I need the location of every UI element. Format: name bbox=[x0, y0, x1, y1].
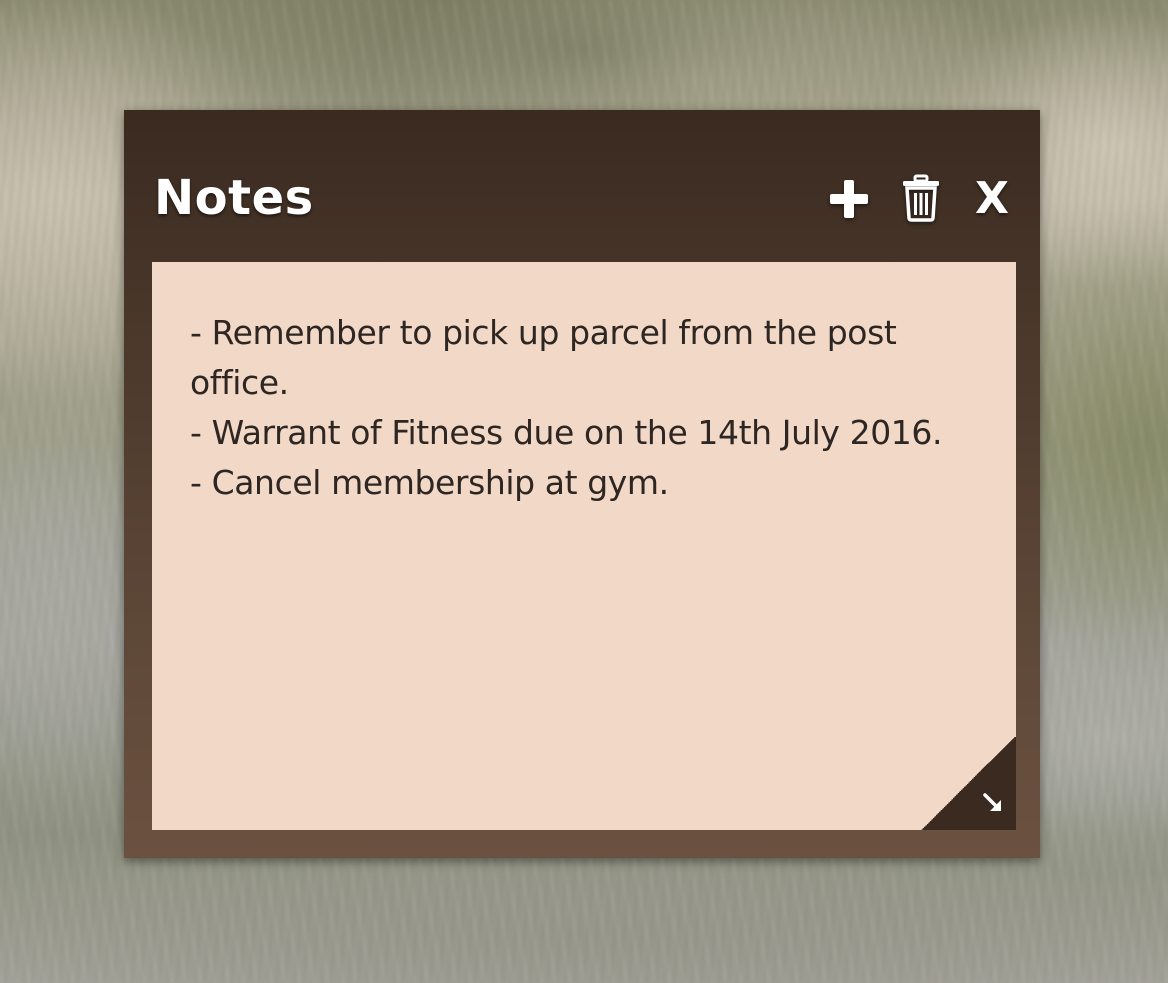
notes-widget: Notes X - Remember to pick up parcel fro… bbox=[124, 110, 1040, 858]
trash-icon bbox=[903, 174, 939, 222]
note-body[interactable]: - Remember to pick up parcel from the po… bbox=[152, 262, 1016, 830]
note-line: - Warrant of Fitness due on the 14th Jul… bbox=[190, 413, 943, 452]
note-line: - Cancel membership at gym. bbox=[190, 463, 669, 502]
add-note-button[interactable] bbox=[828, 178, 870, 220]
close-label: X bbox=[975, 173, 1009, 224]
delete-note-button[interactable] bbox=[900, 174, 942, 222]
note-line: - Remember to pick up parcel from the po… bbox=[190, 313, 897, 402]
resize-handle[interactable] bbox=[920, 737, 1016, 830]
widget-title: Notes bbox=[154, 170, 314, 226]
close-button[interactable]: X bbox=[970, 174, 1014, 224]
note-lines[interactable]: - Remember to pick up parcel from the po… bbox=[190, 308, 980, 508]
plus-icon bbox=[830, 180, 868, 218]
resize-arrow-icon bbox=[983, 793, 1001, 811]
